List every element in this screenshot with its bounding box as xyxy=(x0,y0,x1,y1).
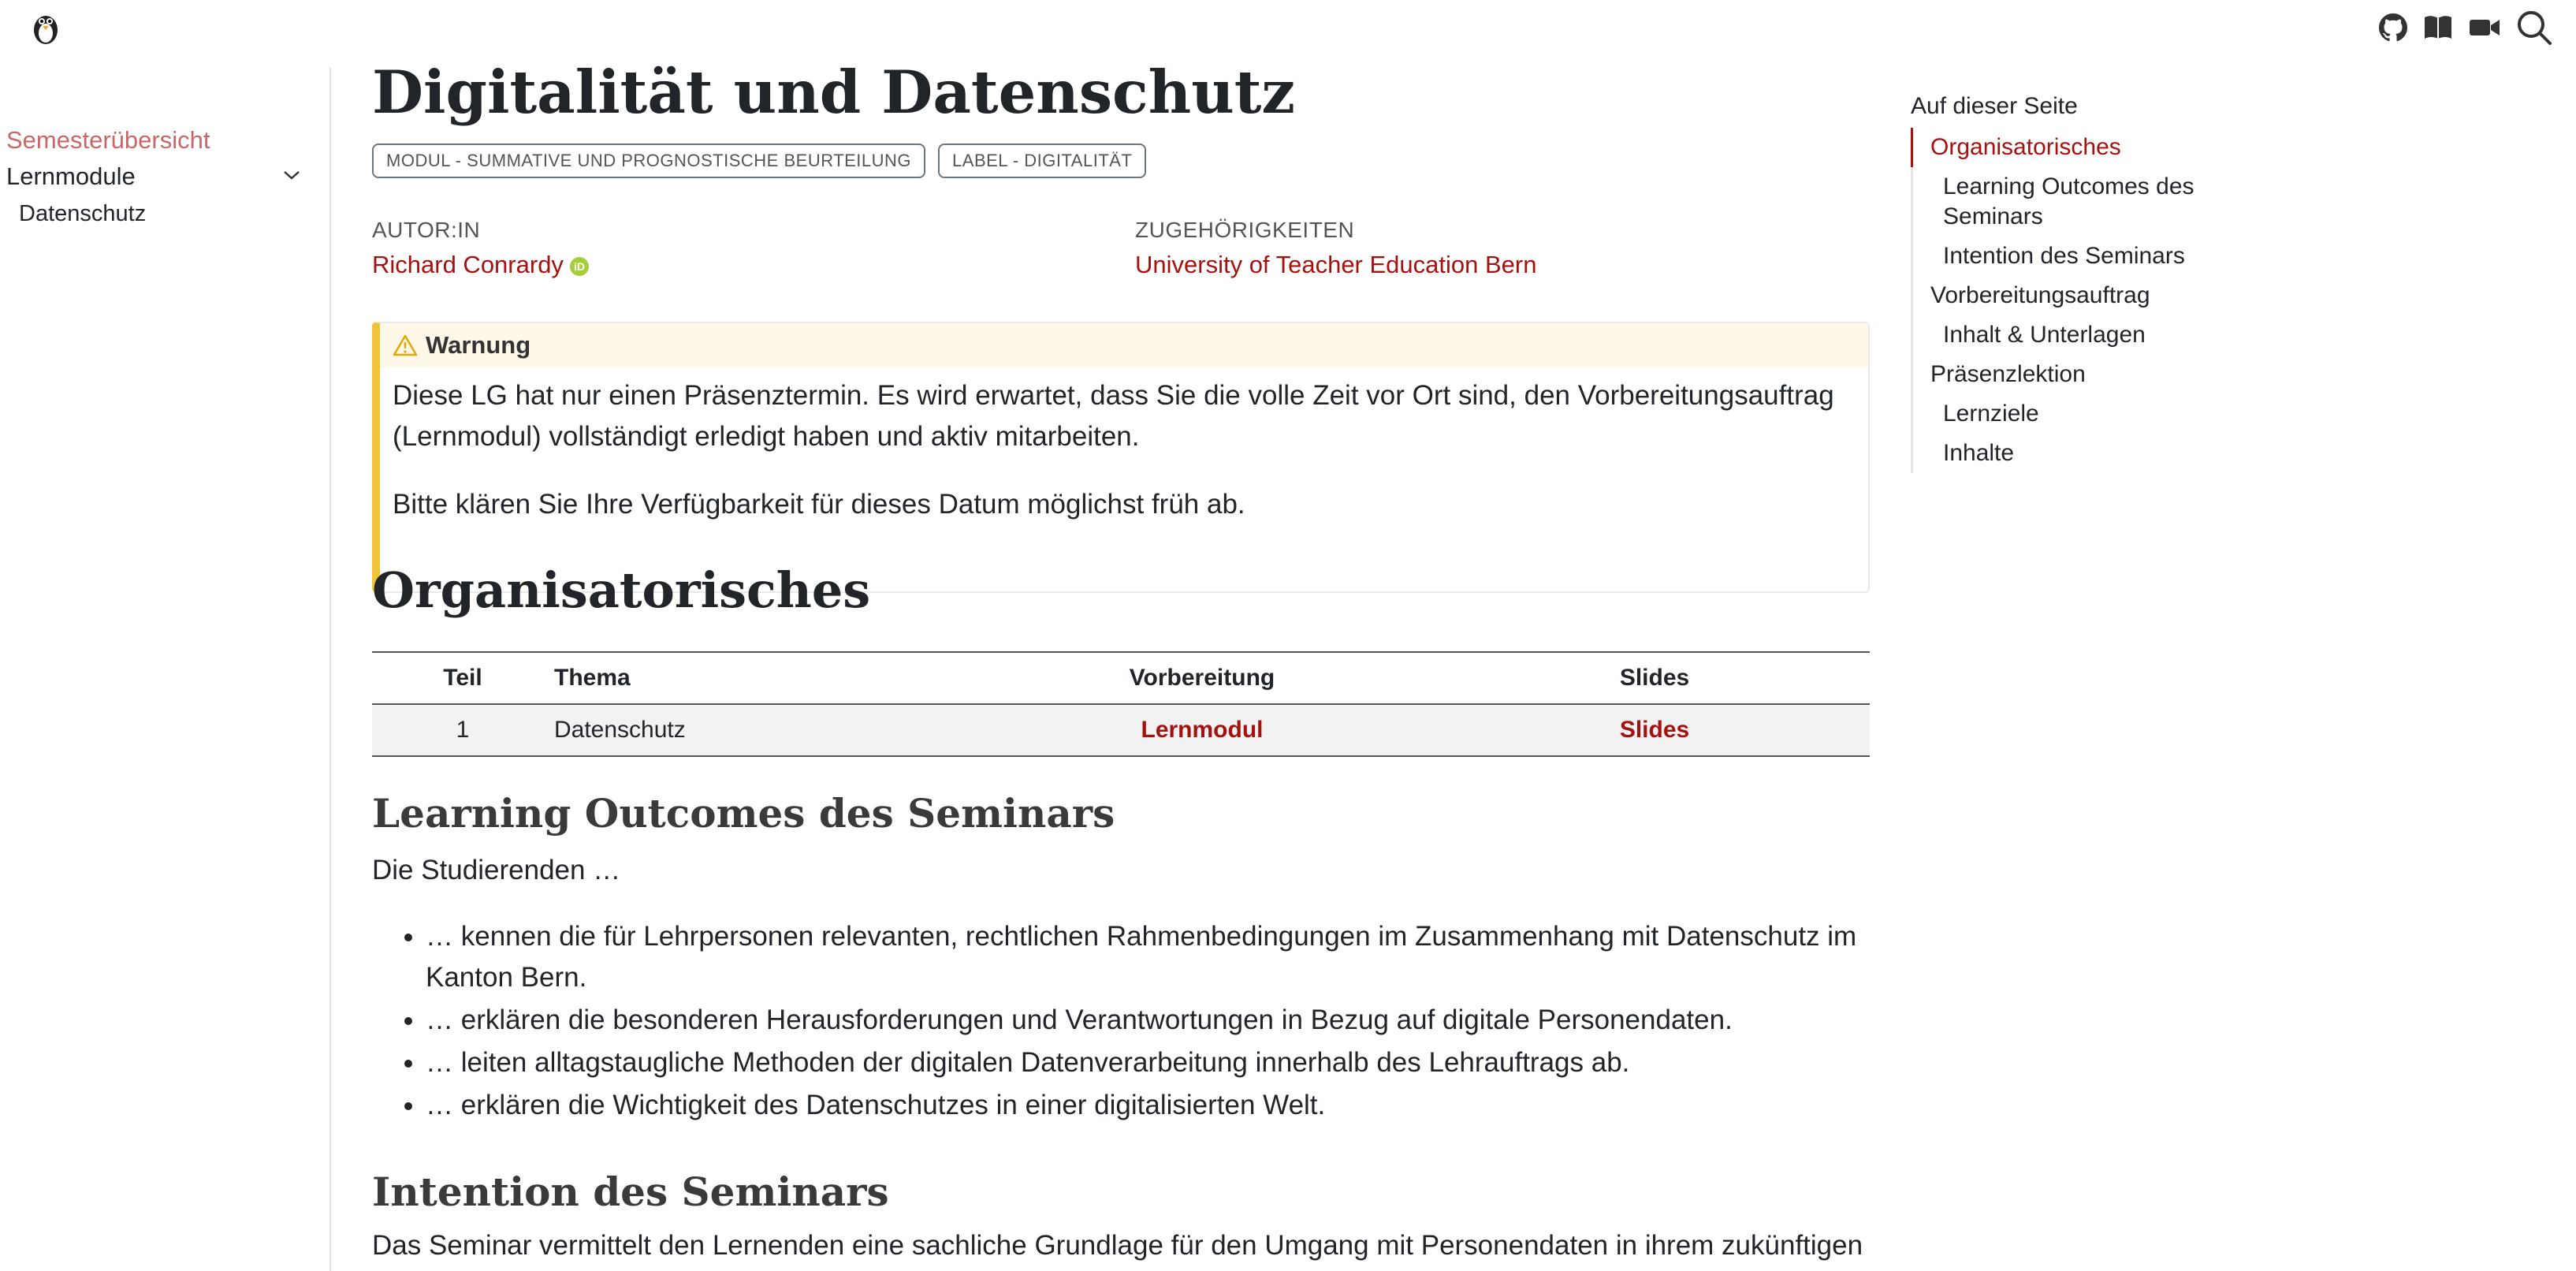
table-header-slides: Slides xyxy=(1439,651,1870,705)
book-icon[interactable] xyxy=(2423,14,2453,41)
table-of-contents: Auf dieser Seite Organisatorisches Learn… xyxy=(1911,93,2242,473)
sidebar-item-lernmodule[interactable]: Lernmodule xyxy=(6,161,136,192)
table-header-row: Teil Thema Vorbereitung Slides xyxy=(372,651,1870,705)
callout-title: Warnung xyxy=(426,331,531,359)
video-icon[interactable] xyxy=(2469,16,2500,39)
list-item: … kennen die für Lehrpersonen relevanten… xyxy=(426,916,1868,998)
toc-item-inhalt-unterlagen[interactable]: Inhalt & Unterlagen xyxy=(1913,315,2242,355)
lernmodul-link[interactable]: Lernmodul xyxy=(1141,717,1264,743)
intention-text: Das Seminar vermittelt den Lernenden ein… xyxy=(372,1230,1863,1261)
heading-learning-outcomes: Learning Outcomes des Seminars xyxy=(372,790,1115,837)
outcomes-list: … kennen die für Lehrpersonen relevanten… xyxy=(372,916,1868,1128)
list-item: … erklären die besonderen Herausforderun… xyxy=(426,1000,1868,1041)
list-item: … leiten alltagstaugliche Methoden der d… xyxy=(426,1042,1868,1083)
callout-paragraph-1: Diese LG hat nur einen Präsenztermin. Es… xyxy=(393,380,1834,452)
toc-title: Auf dieser Seite xyxy=(1911,93,2078,119)
outcomes-lead: Die Studierenden … xyxy=(372,855,621,885)
heading-intention: Intention des Seminars xyxy=(372,1168,889,1215)
penguin-logo[interactable] xyxy=(28,9,63,46)
orcid-icon[interactable]: iD xyxy=(569,256,589,276)
table-row: 1 Datenschutz Lernmodul Slides xyxy=(372,704,1870,757)
warning-icon xyxy=(393,334,418,356)
author-link[interactable]: Richard Conrardy xyxy=(372,251,564,278)
sidebar-item-semesteruebersicht[interactable]: Semesterübersicht xyxy=(6,125,210,156)
toc-item-organisatorisches[interactable]: Organisatorisches xyxy=(1911,128,2242,167)
table-header-vorbereitung: Vorbereitung xyxy=(965,651,1439,705)
top-navbar xyxy=(0,0,2576,57)
heading-organisatorisches: Organisatorisches xyxy=(372,561,871,619)
table-cell-vorbereitung: Lernmodul xyxy=(965,704,1439,757)
affiliation-link[interactable]: University of Teacher Education Bern xyxy=(1135,251,1536,279)
toc-item-vorbereitungsauftrag[interactable]: Vorbereitungsauftrag xyxy=(1913,276,2242,315)
warning-callout: Warnung Diese LG hat nur einen Präsenzte… xyxy=(372,322,1870,593)
table-header-teil: Teil xyxy=(372,651,553,705)
badge-modul[interactable]: MODUL - SUMMATIVE UND PROGNOSTISCHE BEUR… xyxy=(372,144,926,178)
sidebar: Semesterübersicht Lernmodule Datenschutz xyxy=(0,68,331,1271)
github-icon[interactable] xyxy=(2379,13,2407,42)
callout-header: Warnung xyxy=(380,323,1868,367)
callout-body: Diese LG hat nur einen Präsenztermin. Es… xyxy=(380,367,1868,525)
slides-link[interactable]: Slides xyxy=(1620,717,1689,743)
table-cell-teil: 1 xyxy=(372,704,553,757)
page-title: Digitalität und Datenschutz xyxy=(372,58,1295,127)
table-cell-slides: Slides xyxy=(1439,704,1870,757)
author-row: Richard Conrardy iD xyxy=(372,251,589,279)
toc-item-praesenzlektion[interactable]: Präsenzlektion xyxy=(1913,355,2242,394)
toc-item-intention[interactable]: Intention des Seminars xyxy=(1913,237,2242,276)
toc-item-learning-outcomes[interactable]: Learning Outcomes des Seminars xyxy=(1913,167,2242,237)
list-item: … erklären die Wichtigkeit des Datenschu… xyxy=(426,1085,1868,1126)
table-cell-thema: Datenschutz xyxy=(553,704,965,757)
badge-label[interactable]: LABEL - DIGITALITÄT xyxy=(938,144,1147,178)
toc-list: Organisatorisches Learning Outcomes des … xyxy=(1911,128,2242,473)
chevron-down-icon[interactable] xyxy=(282,169,301,181)
toc-item-inhalte[interactable]: Inhalte xyxy=(1913,434,2242,473)
affiliation-heading: ZUGEHÖRIGKEITEN xyxy=(1135,218,1355,242)
schedule-table: Teil Thema Vorbereitung Slides 1 Datensc… xyxy=(372,651,1870,757)
author-heading: AUTOR:IN xyxy=(372,218,481,242)
toc-item-lernziele[interactable]: Lernziele xyxy=(1913,394,2242,434)
sidebar-item-datenschutz[interactable]: Datenschutz xyxy=(19,199,146,229)
callout-paragraph-2: Bitte klären Sie Ihre Verfügbarkeit für … xyxy=(393,489,1245,520)
table-header-thema: Thema xyxy=(553,651,965,705)
search-icon[interactable] xyxy=(2516,9,2552,46)
badges: MODUL - SUMMATIVE UND PROGNOSTISCHE BEUR… xyxy=(372,144,1147,178)
